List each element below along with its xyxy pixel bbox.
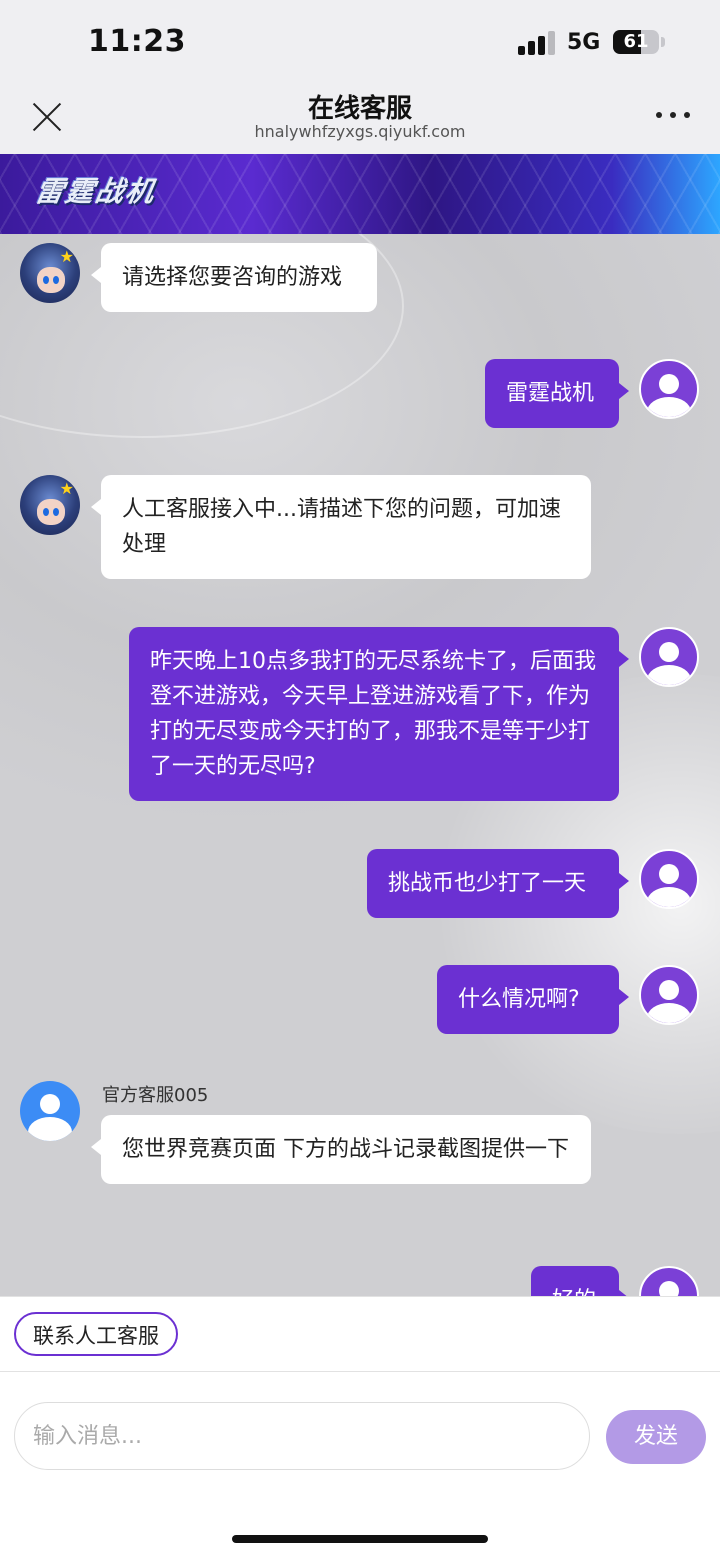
message-bubble-user: 什么情况啊? (437, 965, 629, 1034)
send-button[interactable]: 发送 (606, 1410, 706, 1464)
battery-percent: 61 (623, 31, 649, 52)
contact-agent-button[interactable]: 联系人工客服 (14, 1312, 178, 1356)
user-avatar (639, 359, 699, 419)
chat-area[interactable]: ★ 请选择您要咨询的游戏 雷霆战机 ★ 人工客服接入中...请描述下您的问题，可… (0, 234, 720, 1296)
user-avatar (639, 1266, 699, 1296)
message-bubble-user: 昨天晚上10点多我打的无尽系统卡了，后面我登不进游戏，今天早上登进游戏看了下，作… (129, 627, 629, 801)
star-icon: ★ (59, 479, 74, 498)
more-icon[interactable] (656, 112, 690, 120)
message-bubble-agent: 人工客服接入中...请描述下您的问题，可加速处理 (91, 475, 591, 579)
status-time: 11:23 (88, 24, 186, 59)
agent-avatar: ★ (20, 243, 80, 303)
battery-tip (661, 37, 665, 47)
cellular-signal-icon (518, 31, 558, 55)
status-bar: 11:23 5G 61 (0, 0, 720, 84)
message-bubble-user: 雷霆战机 (485, 359, 629, 428)
star-icon: ★ (59, 247, 74, 266)
page-title: 在线客服 (307, 94, 412, 124)
message-bubble-user: 好的 (531, 1266, 629, 1296)
composer-bar: 发送 (0, 1372, 720, 1558)
battery-icon: 61 (613, 30, 659, 54)
user-avatar (639, 849, 699, 909)
page-url: hnalywhfzyxgs.qiyukf.com (254, 122, 466, 141)
official-agent-avatar (20, 1081, 80, 1141)
network-type: 5G (567, 30, 601, 55)
sender-name: 官方客服005 (102, 1085, 209, 1106)
user-avatar (639, 627, 699, 687)
user-avatar (639, 965, 699, 1025)
message-bubble-user: 挑战币也少打了一天 (367, 849, 629, 918)
message-bubble-agent: 请选择您要咨询的游戏 (91, 243, 377, 312)
agent-avatar: ★ (20, 475, 80, 535)
quick-reply-bar: 联系人工客服 (0, 1296, 720, 1372)
game-logo: 雷霆战机 (32, 175, 159, 208)
home-indicator (232, 1535, 488, 1543)
game-banner: 雷霆战机 (0, 154, 720, 234)
message-input[interactable] (14, 1402, 590, 1470)
nav-bar: 在线客服 hnalywhfzyxgs.qiyukf.com (0, 84, 720, 154)
message-bubble-agent: 您世界竞赛页面 下方的战斗记录截图提供一下 (91, 1115, 591, 1184)
